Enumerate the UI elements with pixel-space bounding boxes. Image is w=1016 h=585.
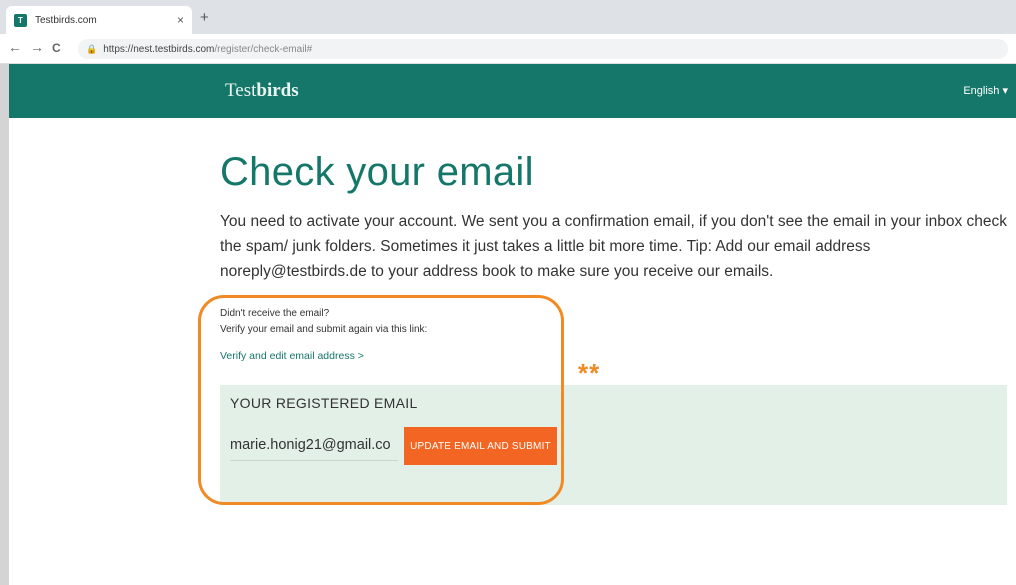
verify-edit-email-link[interactable]: Verify and edit email address > <box>220 350 364 362</box>
page-title: Check your email <box>220 150 534 194</box>
email-field[interactable] <box>230 430 398 461</box>
browser-tab-bar: T Testbirds.com × + <box>0 0 1016 34</box>
browser-address-bar: ← → C 🔒 https://nest.testbirds.com/regis… <box>0 34 1016 64</box>
registered-email-panel: YOUR REGISTERED EMAIL UPDATE EMAIL AND S… <box>220 385 1007 505</box>
testbirds-favicon-icon: T <box>14 13 27 27</box>
registered-email-label: YOUR REGISTERED EMAIL <box>230 395 418 411</box>
annotation-asterisks: ** <box>578 358 601 388</box>
url-host: https://nest.testbirds.com <box>103 43 215 55</box>
url-text: https://nest.testbirds.com/register/chec… <box>103 44 312 55</box>
site-header: Testbirds English ▾ <box>9 64 1016 118</box>
helper-line-1: Didn't receive the email? <box>220 308 330 319</box>
main-content: Check your email You need to activate yo… <box>220 150 1010 284</box>
url-path: /register/check-email# <box>214 43 313 55</box>
helper-text: Didn't receive the email? Verify your em… <box>220 306 427 338</box>
reload-icon[interactable]: C <box>52 41 61 55</box>
close-tab-icon[interactable]: × <box>177 13 184 27</box>
new-tab-icon[interactable]: + <box>200 9 209 26</box>
tab-title: Testbirds.com <box>35 14 97 26</box>
page-viewport: Testbirds English ▾ <box>9 64 1016 585</box>
language-selector[interactable]: English ▾ <box>963 84 1008 97</box>
back-icon[interactable]: ← <box>8 39 22 55</box>
url-input[interactable]: 🔒 https://nest.testbirds.com/register/ch… <box>78 39 1008 59</box>
forward-icon[interactable]: → <box>30 39 44 55</box>
testbirds-logo[interactable]: Testbirds <box>225 80 299 102</box>
logo-text-test: Test <box>225 80 257 101</box>
lock-icon: 🔒 <box>86 43 98 54</box>
intro-text: You need to activate your account. We se… <box>220 213 1008 280</box>
update-email-submit-button[interactable]: UPDATE EMAIL AND SUBMIT <box>404 427 557 465</box>
browser-tab[interactable]: T Testbirds.com × <box>6 6 192 34</box>
logo-text-birds: birds <box>256 80 299 101</box>
helper-line-2: Verify your email and submit again via t… <box>220 324 428 335</box>
